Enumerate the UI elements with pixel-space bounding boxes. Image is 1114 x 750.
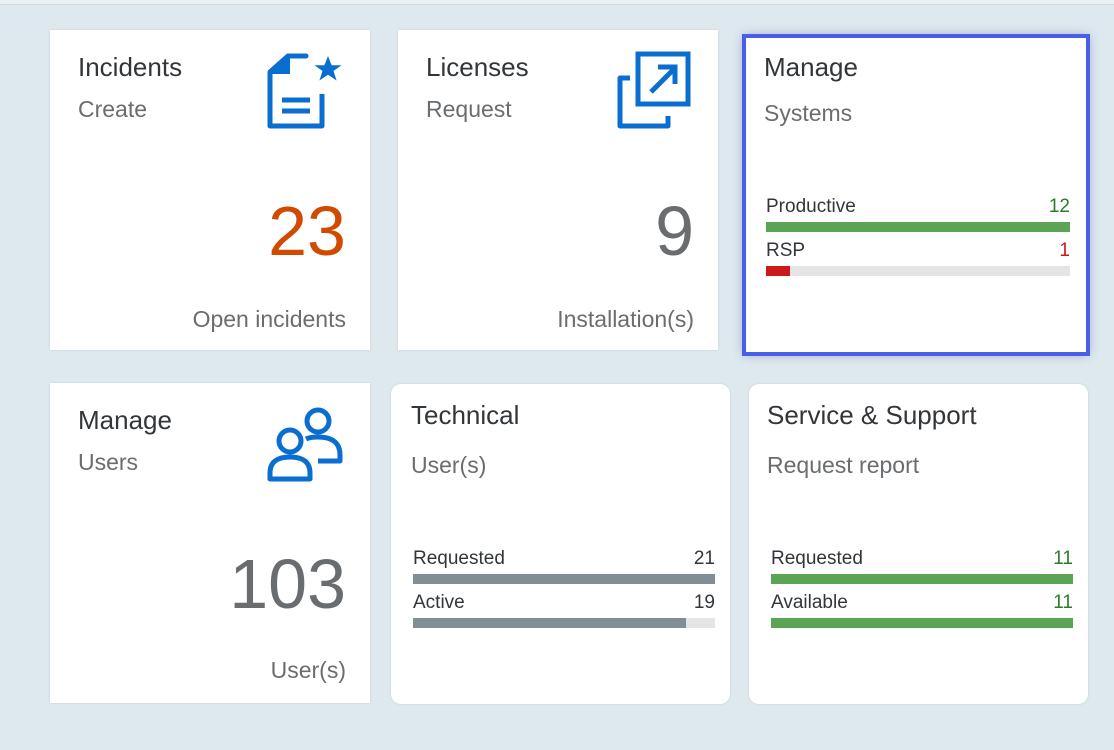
bar-fill xyxy=(771,574,1073,584)
bar-row-active: Active 19 xyxy=(413,592,715,636)
tile-subtitle: Create xyxy=(78,96,148,122)
systems-bar-chart: Productive 12 RSP 1 xyxy=(766,196,1070,284)
installations-count: 9 xyxy=(655,192,694,270)
bar-row-available: Available 11 xyxy=(771,592,1073,636)
bar-label: Productive xyxy=(766,196,856,217)
bar-fill xyxy=(413,574,715,584)
tile-subtitle: Systems xyxy=(764,100,853,126)
bar-value: 11 xyxy=(1053,592,1073,613)
tile-title: Technical xyxy=(411,400,520,430)
tile-title: Manage xyxy=(78,405,172,435)
bar-track xyxy=(413,618,715,628)
open-external-icon xyxy=(614,50,694,130)
bar-row-requested: Requested 11 xyxy=(771,548,1073,592)
tile-title: Service & Support xyxy=(767,400,977,430)
top-divider xyxy=(0,0,1114,5)
bar-track xyxy=(771,574,1073,584)
bar-label: Requested xyxy=(771,548,863,569)
bar-track xyxy=(771,618,1073,628)
licenses-tile[interactable]: Licenses Request 9 Installation(s) xyxy=(398,30,718,350)
bar-row-productive: Productive 12 xyxy=(766,196,1070,240)
tile-title: Manage xyxy=(764,52,858,82)
tile-title: Incidents xyxy=(78,52,183,82)
tile-footer: Open incidents xyxy=(192,306,346,332)
tile-subtitle: User(s) xyxy=(411,452,487,478)
bar-fill xyxy=(771,618,1073,628)
bar-track xyxy=(766,222,1070,232)
bar-value: 21 xyxy=(693,548,715,569)
bar-value: 19 xyxy=(693,592,715,613)
bar-fill xyxy=(766,266,791,276)
bar-row-rsp: RSP 1 xyxy=(766,240,1070,284)
bar-fill xyxy=(413,618,687,628)
bar-row-requested: Requested 21 xyxy=(413,548,715,592)
bar-label: Available xyxy=(771,592,848,613)
users-count: 103 xyxy=(229,545,346,623)
bar-track xyxy=(766,266,1070,276)
manage-users-tile[interactable]: Manage Users 103 User(s) xyxy=(50,383,370,703)
bar-value: 1 xyxy=(1059,240,1070,261)
tile-footer: Installation(s) xyxy=(557,306,694,332)
service-support-tile[interactable]: Service & Support Request report Request… xyxy=(749,384,1088,704)
bar-fill xyxy=(766,222,1070,232)
tile-subtitle: Request xyxy=(426,96,512,122)
bar-label: Active xyxy=(413,592,465,613)
tile-footer: User(s) xyxy=(270,657,346,683)
manage-systems-tile[interactable]: Manage Systems Productive 12 RSP 1 xyxy=(742,34,1090,356)
tile-title: Licenses xyxy=(426,52,529,82)
bar-track xyxy=(413,574,715,584)
users-icon xyxy=(266,403,346,483)
bar-label: RSP xyxy=(766,240,806,261)
open-incidents-count: 23 xyxy=(268,192,346,270)
technical-bar-chart: Requested 21 Active 19 xyxy=(413,548,715,636)
bar-label: Requested xyxy=(413,548,505,569)
service-bar-chart: Requested 11 Available 11 xyxy=(771,548,1073,636)
technical-users-tile[interactable]: Technical User(s) Requested 21 Active 19 xyxy=(391,384,730,704)
tile-subtitle: Users xyxy=(78,449,139,475)
bar-value: 12 xyxy=(1048,196,1070,217)
tile-subtitle: Request report xyxy=(767,452,920,478)
incidents-tile[interactable]: Incidents Create 23 Open incidents xyxy=(50,30,370,350)
document-star-icon xyxy=(266,50,346,130)
bar-value: 11 xyxy=(1053,548,1073,569)
